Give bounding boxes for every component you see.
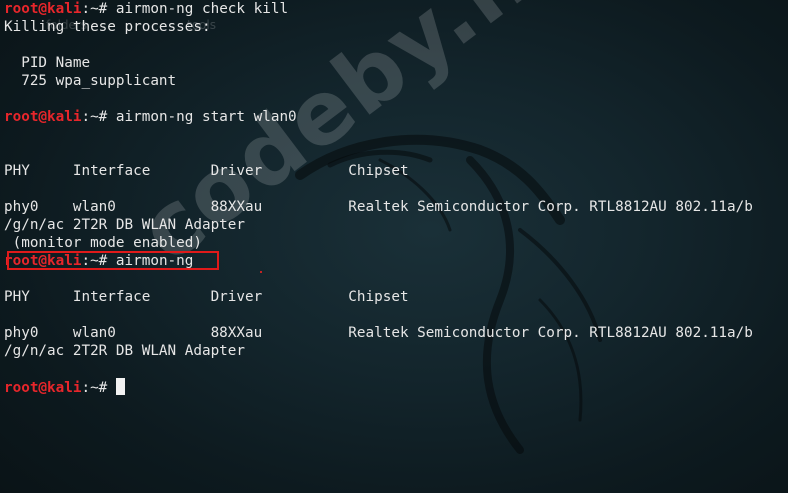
output-line: phy0 wlan0 88XXau Realtek Semiconductor … (4, 325, 753, 341)
prompt-user-host: root@kali (4, 380, 82, 396)
prompt-line: root@kali:~# airmon-ng start wlan0 (4, 108, 784, 126)
command-text: airmon-ng start wlan0 (115, 109, 297, 125)
output-line: (monitor mode enabled) (4, 235, 202, 251)
output-line: 725 wpa_supplicant (4, 73, 177, 89)
red-dot (260, 271, 262, 273)
text-cursor[interactable] (115, 378, 125, 395)
output-line: /g/n/ac 2T2R DB WLAN Adapter (4, 343, 246, 359)
prompt-path: :~# (81, 1, 116, 17)
output-line: Killing these processes: (4, 19, 211, 35)
prompt-path: :~# (81, 380, 116, 396)
terminal-output: root@kali:~# airmon-ng check kill Killing… (4, 0, 784, 396)
prompt-user-host: root@kali (4, 1, 82, 17)
prompt-user-host: root@kali (4, 109, 82, 125)
prompt-line: root@kali:~# (4, 378, 784, 396)
prompt-path: :~# (81, 109, 116, 125)
output-line: /g/n/ac 2T2R DB WLAN Adapter (4, 217, 246, 233)
output-line: PHY Interface Driver Chipset (4, 163, 409, 179)
output-line: phy0 wlan0 88XXau Realtek Semiconductor … (4, 199, 753, 215)
command-text: airmon-ng check kill (115, 1, 289, 17)
prompt-line: root@kali:~# airmon-ng check kill (4, 0, 784, 18)
terminal-window[interactable]: folders tools codeby.net root@kali:~# ai… (0, 0, 788, 493)
output-line: PID Name (4, 55, 91, 71)
output-line: PHY Interface Driver Chipset (4, 289, 409, 305)
highlight-box (7, 251, 219, 270)
